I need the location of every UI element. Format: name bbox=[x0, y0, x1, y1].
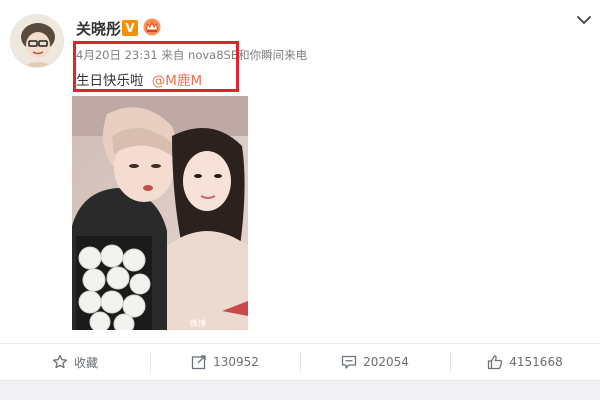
share-button[interactable]: 130952 bbox=[150, 344, 300, 380]
like-icon bbox=[488, 355, 503, 370]
share-icon bbox=[191, 355, 206, 370]
feed-separator bbox=[0, 380, 600, 400]
weibo-post: 关晓彤 V 4月20日 23:31 来自 nova8SE和你瞬间来电 生日快乐啦… bbox=[0, 0, 600, 400]
avatar[interactable] bbox=[10, 14, 64, 68]
favorite-button[interactable]: 收藏 bbox=[0, 344, 150, 380]
avatar-image bbox=[11, 15, 63, 67]
post-meta: 4月20日 23:31 来自 nova8SE和你瞬间来电 bbox=[76, 48, 308, 62]
post-text: 生日快乐啦 @M鹿M bbox=[76, 69, 202, 89]
like-count: 4151668 bbox=[509, 355, 563, 369]
post-photo[interactable]: 微博 bbox=[72, 96, 248, 330]
photo-watermark: 微博 bbox=[190, 318, 206, 328]
post-text-body: 生日快乐啦 bbox=[76, 73, 144, 89]
mention-link[interactable]: @M鹿M bbox=[152, 73, 202, 89]
share-count: 130952 bbox=[213, 355, 259, 369]
comment-icon bbox=[341, 355, 357, 369]
verified-badge: V bbox=[122, 20, 138, 36]
like-button[interactable]: 4151668 bbox=[450, 344, 600, 380]
crown-icon bbox=[143, 18, 161, 36]
selfie-photo-image: 微博 bbox=[72, 96, 248, 330]
comment-count: 202054 bbox=[363, 355, 409, 369]
username[interactable]: 关晓彤 bbox=[76, 18, 121, 39]
chevron-down-icon[interactable] bbox=[576, 14, 592, 26]
favorite-label: 收藏 bbox=[73, 355, 98, 370]
action-bar: 收藏 130952 202054 4151668 bbox=[0, 343, 600, 379]
comment-button[interactable]: 202054 bbox=[300, 344, 450, 380]
star-icon bbox=[52, 354, 68, 369]
